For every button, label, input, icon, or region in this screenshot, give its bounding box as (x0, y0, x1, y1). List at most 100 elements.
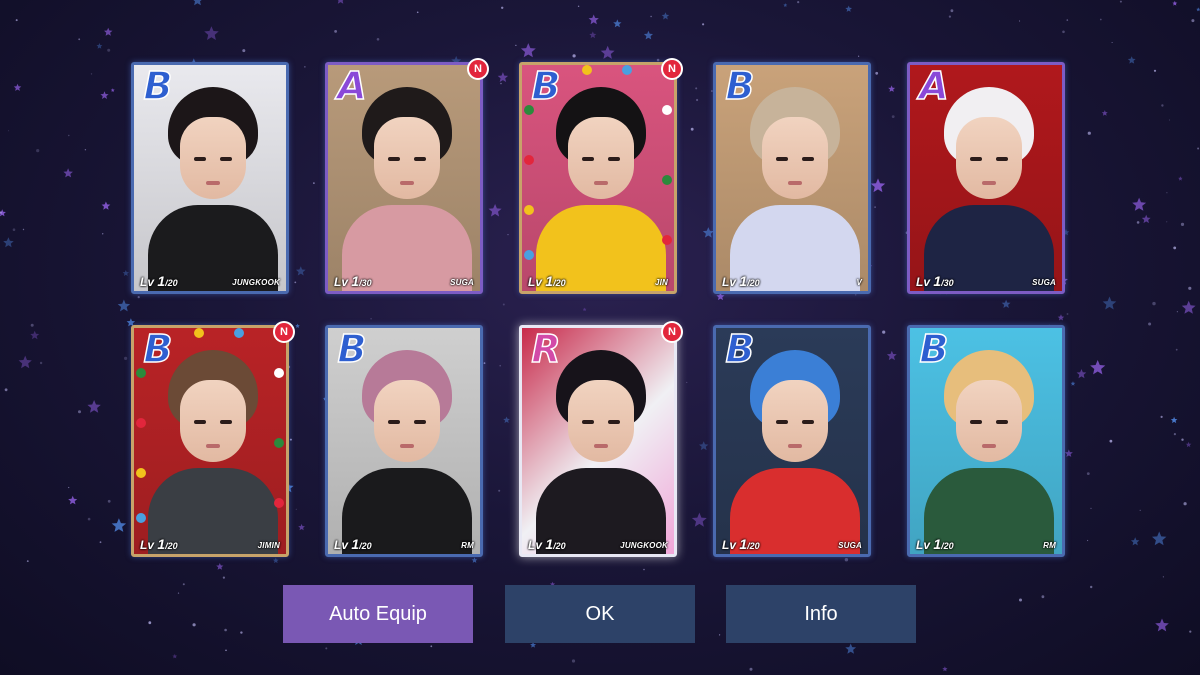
portrait-eye (802, 157, 814, 161)
portrait-eye (194, 420, 206, 424)
ok-button[interactable]: OK (505, 585, 695, 643)
card-level-label: Lv 1/20 (722, 273, 760, 289)
card-level-label: Lv 1/20 (334, 536, 372, 552)
info-button[interactable]: Info (726, 585, 916, 643)
lv-value: 1 (739, 273, 748, 289)
lv-prefix: Lv (334, 275, 349, 289)
card-slot-8[interactable]: R Lv 1/20 JUNGKOOK (519, 325, 677, 557)
card-level-label: Lv 1/20 (528, 536, 566, 552)
ornament-decoration (194, 328, 204, 338)
portrait-eye (970, 157, 982, 161)
lv-max: /20 (553, 278, 566, 288)
ornament-decoration (662, 105, 672, 115)
portrait-mouth (788, 181, 802, 185)
member-name-label: JUNGKOOK (232, 278, 280, 287)
lv-max: /20 (747, 541, 760, 551)
member-name-label: JIMIN (257, 541, 280, 550)
card-slot-6[interactable]: B Lv 1/20 JIMIN (131, 325, 289, 557)
grade-letter-icon: R (531, 327, 562, 371)
portrait-face (568, 380, 634, 462)
portrait-eye (970, 420, 982, 424)
new-badge-icon: N (663, 323, 681, 341)
lv-value: 1 (351, 536, 360, 552)
member-name-label: JIN (654, 278, 668, 287)
portrait-eye (194, 157, 206, 161)
grade-letter-icon: A (337, 64, 368, 108)
ornament-decoration (582, 65, 592, 75)
lv-prefix: Lv (722, 538, 737, 552)
portrait-face (762, 117, 828, 199)
portrait-eye (996, 157, 1008, 161)
lv-value: 1 (933, 536, 942, 552)
ornament-decoration (136, 468, 146, 478)
portrait-mouth (400, 444, 414, 448)
portrait-eye (414, 420, 426, 424)
ornament-decoration (234, 328, 244, 338)
portrait-eye (388, 420, 400, 424)
lv-max: /20 (941, 541, 954, 551)
card-level-label: Lv 1/30 (334, 273, 372, 289)
member-name-label: SUGA (450, 278, 474, 287)
portrait-face (180, 380, 246, 462)
lv-value: 1 (545, 536, 554, 552)
portrait-eye (388, 157, 400, 161)
lv-value: 1 (351, 273, 360, 289)
lv-value: 1 (933, 273, 942, 289)
ornament-decoration (274, 438, 284, 448)
card-level-label: Lv 1/20 (528, 273, 566, 289)
lv-max: /20 (553, 541, 566, 551)
card-slot-1[interactable]: B Lv 1/20 JUNGKOOK (131, 62, 289, 294)
portrait-face (374, 380, 440, 462)
card-slot-2[interactable]: A Lv 1/30 SUGA (325, 62, 483, 294)
portrait-eye (582, 157, 594, 161)
grade-letter-icon: B (531, 64, 561, 108)
card-slot-10[interactable]: B Lv 1/20 RM (907, 325, 1065, 557)
portrait-eye (608, 420, 620, 424)
lv-max: /20 (165, 278, 178, 288)
member-name-label: V (856, 278, 862, 287)
lv-max: /20 (359, 541, 372, 551)
lv-value: 1 (739, 536, 748, 552)
card-level-label: Lv 1/30 (916, 273, 954, 289)
auto-equip-button[interactable]: Auto Equip (283, 585, 473, 643)
lv-max: /30 (359, 278, 372, 288)
card-slot-4[interactable]: B Lv 1/20 V (713, 62, 871, 294)
ornament-decoration (622, 65, 632, 75)
card-level-label: Lv 1/20 (722, 536, 760, 552)
portrait-mouth (982, 181, 996, 185)
portrait-eye (220, 420, 232, 424)
grade-letter-icon: B (143, 64, 173, 108)
ornament-decoration (524, 205, 534, 215)
portrait-eye (776, 157, 788, 161)
lv-max: /20 (747, 278, 760, 288)
new-badge-icon: N (275, 323, 293, 341)
portrait-eye (996, 420, 1008, 424)
lv-prefix: Lv (528, 538, 543, 552)
portrait-face (180, 117, 246, 199)
member-name-label: RM (461, 541, 474, 550)
grade-letter-icon: A (919, 64, 950, 108)
new-badge-icon: N (663, 60, 681, 78)
grade-letter-icon: B (143, 327, 173, 371)
card-slot-3[interactable]: B Lv 1/20 JIN (519, 62, 677, 294)
card-slot-5[interactable]: A Lv 1/30 SUGA (907, 62, 1065, 294)
portrait-mouth (594, 444, 608, 448)
ornament-decoration (274, 368, 284, 378)
card-slot-9[interactable]: B Lv 1/20 SUGA (713, 325, 871, 557)
card-level-label: Lv 1/20 (916, 536, 954, 552)
member-name-label: SUGA (838, 541, 862, 550)
card-slot-7[interactable]: B Lv 1/20 RM (325, 325, 483, 557)
portrait-face (568, 117, 634, 199)
card-level-label: Lv 1/20 (140, 273, 178, 289)
ornament-decoration (524, 155, 534, 165)
portrait-face (956, 380, 1022, 462)
portrait-mouth (982, 444, 996, 448)
lv-prefix: Lv (140, 538, 155, 552)
lv-prefix: Lv (722, 275, 737, 289)
lv-prefix: Lv (528, 275, 543, 289)
portrait-eye (776, 420, 788, 424)
lv-prefix: Lv (140, 275, 155, 289)
portrait-mouth (400, 181, 414, 185)
ornament-decoration (136, 513, 146, 523)
lv-max: /20 (165, 541, 178, 551)
